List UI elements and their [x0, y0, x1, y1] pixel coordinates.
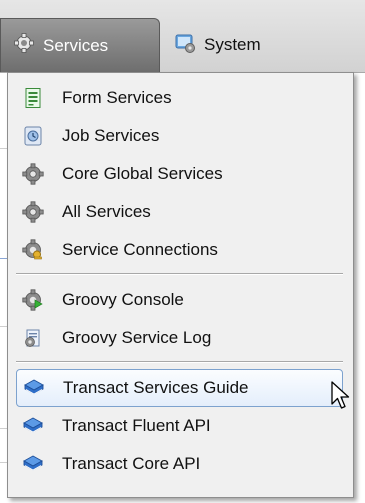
tab-services-label: Services	[43, 35, 109, 55]
mouse-cursor-icon	[331, 381, 350, 409]
tab-system[interactable]: System	[162, 18, 312, 72]
menu-item-label: Transact Services Guide	[63, 378, 249, 397]
menu-item-label: Service Connections	[62, 240, 218, 259]
menu-item-label: Form Services	[62, 88, 172, 107]
job-clock-icon	[22, 125, 44, 147]
menu-item-groovy-service-log[interactable]: Groovy Service Log	[16, 319, 343, 357]
menu-item-service-connections[interactable]: Service Connections	[16, 231, 343, 269]
tab-services[interactable]: Services	[0, 18, 160, 72]
gear-icon	[13, 32, 35, 59]
menu-item-label: Transact Core API	[62, 454, 201, 473]
book-icon	[23, 377, 45, 399]
gear-icon	[22, 163, 44, 185]
book-icon	[22, 453, 44, 475]
menu-item-core-global-services[interactable]: Core Global Services	[16, 155, 343, 193]
menu-item-label: Transact Fluent API	[62, 416, 211, 435]
groovy-log-icon	[22, 327, 44, 349]
menu-item-form-services[interactable]: Form Services	[16, 79, 343, 117]
menu-item-label: Job Services	[62, 126, 160, 145]
monitor-icon	[174, 32, 196, 59]
form-document-icon	[22, 87, 44, 109]
gear-key-icon	[22, 239, 44, 261]
gear-icon	[22, 201, 44, 223]
menu-item-transact-fluent-api[interactable]: Transact Fluent API	[16, 407, 343, 445]
menu-item-groovy-console[interactable]: Groovy Console	[16, 281, 343, 319]
top-toolbar: Services System	[0, 0, 365, 73]
book-icon	[22, 415, 44, 437]
menu-item-transact-core-api[interactable]: Transact Core API	[16, 445, 343, 483]
tab-system-label: System	[204, 35, 261, 54]
menu-item-transact-services-guide[interactable]: Transact Services Guide	[16, 369, 343, 407]
services-dropdown-menu: Form Services Job Services Core Global Ser…	[7, 72, 354, 498]
menu-item-all-services[interactable]: All Services	[16, 193, 343, 231]
menu-item-label: Groovy Service Log	[62, 328, 212, 347]
menu-item-label: All Services	[62, 202, 151, 221]
menu-item-label: Groovy Console	[62, 290, 184, 309]
groovy-gear-icon	[22, 289, 44, 311]
menu-separator	[16, 361, 343, 363]
menu-item-job-services[interactable]: Job Services	[16, 117, 343, 155]
menu-item-label: Core Global Services	[62, 164, 223, 183]
menu-separator	[16, 273, 343, 275]
